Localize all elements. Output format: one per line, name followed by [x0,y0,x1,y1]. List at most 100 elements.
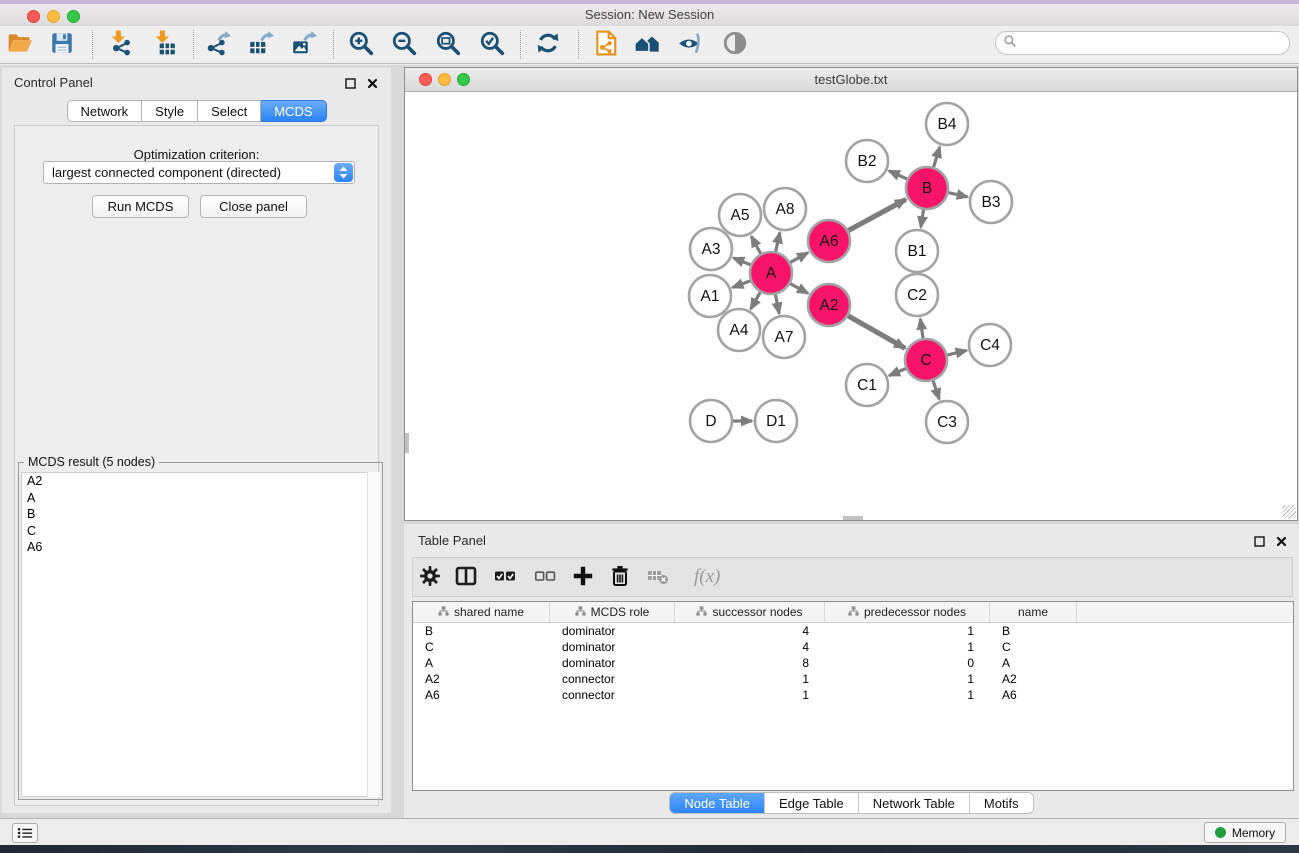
graph-node-A1[interactable]: A1 [689,275,731,317]
table-row[interactable]: A2connector11A2 [413,671,1293,687]
column-header-MCDS-role[interactable]: MCDS role [550,602,675,622]
graph-node-D1[interactable]: D1 [755,400,797,442]
table-cell[interactable]: C [990,639,1077,655]
tab-mcds[interactable]: MCDS [261,100,326,122]
table-cell[interactable]: dominator [550,623,675,639]
graph-node-A2[interactable]: A2 [808,284,850,326]
mcds-result-list[interactable]: A2ABCA6 [21,472,380,797]
table-row[interactable]: Adominator80A [413,655,1293,671]
graph-edge-A6-B[interactable] [844,199,906,233]
close-panel-button[interactable]: Close panel [200,195,307,218]
table-cell[interactable]: 1 [675,687,825,703]
graph-node-D[interactable]: D [690,400,732,442]
graph-node-B2[interactable]: B2 [846,140,888,182]
tab-network[interactable]: Network [66,100,142,122]
search-input[interactable] [1021,36,1289,50]
export-network-button[interactable] [202,29,234,61]
close-panel-icon[interactable] [367,76,379,88]
graph-node-B1[interactable]: B1 [896,230,938,272]
graph-node-A6[interactable]: A6 [808,220,850,262]
zoom-selected-button[interactable] [476,29,508,61]
home-button[interactable] [631,29,663,61]
graph-node-B[interactable]: B [906,167,948,209]
table-cell[interactable]: connector [550,671,675,687]
run-mcds-button[interactable]: Run MCDS [92,195,189,218]
column-header-shared-name[interactable]: shared name [413,602,550,622]
table-cell[interactable]: 8 [675,655,825,671]
mcds-result-item[interactable]: A2 [22,473,379,490]
tab-network-table[interactable]: Network Table [858,793,969,813]
tab-edge-table[interactable]: Edge Table [764,793,858,813]
graph-node-C4[interactable]: C4 [969,324,1011,366]
table-cell[interactable]: 1 [825,687,990,703]
graph-node-A7[interactable]: A7 [763,316,805,358]
graph-node-C[interactable]: C [905,339,947,381]
table-cell[interactable]: 1 [675,671,825,687]
table-cell[interactable]: A6 [413,687,550,703]
network-horizontal-scroll-thumb[interactable] [843,516,863,520]
table-close-panel-icon[interactable] [1276,534,1288,546]
graph-node-C3[interactable]: C3 [926,401,968,443]
graph-node-A[interactable]: A [750,252,792,294]
deselect-all-rows-button[interactable] [531,565,559,591]
graph-node-A5[interactable]: A5 [719,194,761,236]
graph-node-A3[interactable]: A3 [690,228,732,270]
graph-node-A8[interactable]: A8 [764,188,806,230]
graph-node-C2[interactable]: C2 [896,274,938,316]
table-cell[interactable]: dominator [550,655,675,671]
table-cell[interactable]: B [990,623,1077,639]
column-header-predecessor-nodes[interactable]: predecessor nodes [825,602,990,622]
float-panel-icon[interactable] [345,76,357,88]
tab-select[interactable]: Select [198,100,261,122]
search-field[interactable] [995,31,1290,55]
table-cell[interactable]: 4 [675,639,825,655]
birdseye-view-button[interactable] [719,29,751,61]
table-cell[interactable]: C [413,639,550,655]
table-settings-button[interactable] [416,565,444,591]
graph-node-B3[interactable]: B3 [970,181,1012,223]
delete-columns-button[interactable] [606,565,634,591]
table-cell[interactable]: A [990,655,1077,671]
tab-style[interactable]: Style [142,100,198,122]
table-cell[interactable]: A2 [990,671,1077,687]
table-row[interactable]: Cdominator41C [413,639,1293,655]
graph-node-C1[interactable]: C1 [846,364,888,406]
zoom-out-button[interactable] [388,29,420,61]
table-cell[interactable]: B [413,623,550,639]
refresh-layout-button[interactable] [532,29,564,61]
mcds-result-item[interactable]: C [22,523,379,540]
select-columns-button[interactable] [452,565,480,591]
table-cell[interactable]: connector [550,687,675,703]
table-row[interactable]: A6connector11A6 [413,687,1293,703]
mcds-result-item[interactable]: A6 [22,539,379,556]
network-from-file-button[interactable] [590,29,622,61]
table-cell[interactable]: 1 [825,623,990,639]
zoom-fit-button[interactable] [432,29,464,61]
table-cell[interactable]: 1 [825,639,990,655]
table-cell[interactable]: 0 [825,655,990,671]
export-image-button[interactable] [288,29,320,61]
graph-node-A4[interactable]: A4 [718,309,760,351]
mcds-result-item[interactable]: B [22,506,379,523]
add-column-button[interactable] [569,565,597,591]
optimization-criterion-select[interactable]: largest connected component (directed) [43,161,355,184]
network-vertical-scroll-thumb[interactable] [405,433,409,453]
table-cell[interactable]: A2 [413,671,550,687]
import-network-button[interactable] [104,29,136,61]
hide-panels-button[interactable] [674,29,706,61]
open-session-button[interactable] [4,29,36,61]
import-table-button[interactable] [148,29,180,61]
select-all-rows-button[interactable] [491,565,519,591]
table-cell[interactable]: A [413,655,550,671]
zoom-in-button[interactable] [345,29,377,61]
table-float-panel-icon[interactable] [1254,534,1266,546]
column-header-name[interactable]: name [990,602,1077,622]
mcds-result-scrollbar[interactable] [367,472,380,797]
graph-edge-A2-C[interactable] [844,313,905,348]
export-table-button[interactable] [245,29,277,61]
tab-node-table[interactable]: Node Table [670,793,764,813]
table-cell[interactable]: A6 [990,687,1077,703]
table-cell[interactable]: 1 [825,671,990,687]
table-cell[interactable]: 4 [675,623,825,639]
table-row[interactable]: Bdominator41B [413,623,1293,639]
